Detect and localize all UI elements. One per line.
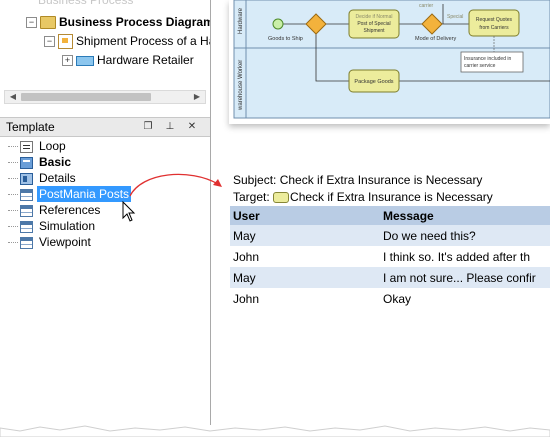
tree-item-business-process-diagram[interactable]: − Business Process Diagram [26, 14, 210, 30]
tree-connector [8, 210, 18, 212]
tree-connector [8, 242, 18, 244]
table-row: John Okay [230, 288, 550, 309]
cell-user: John [233, 291, 260, 306]
model-explorer-tree: Business Process − Business Process Diagr… [0, 0, 210, 108]
tree-item-label: Business Process Diagram [59, 15, 210, 29]
column-header-message: Message [380, 206, 550, 225]
template-item-basic[interactable]: Basic [8, 154, 73, 170]
task-line: from Carriers [479, 25, 509, 31]
post-target: Target: Check if Extra Insurance is Nece… [233, 190, 493, 204]
label-mode-of-delivery: Mode of Delivery [415, 36, 457, 42]
post-subject: Subject: Check if Extra Insurance is Nec… [233, 173, 483, 187]
label-special: Special [447, 14, 463, 20]
cell-user: May [230, 267, 380, 288]
table-icon [20, 220, 33, 233]
collapse-icon[interactable]: − [44, 36, 55, 48]
task-line: Decide if Normal [356, 14, 393, 20]
diagram-folder-icon [40, 16, 56, 30]
template-item-label: Viewpoint [39, 235, 91, 249]
lane-label-hardware: Hardware [238, 7, 244, 34]
table-row: John I think so. It's added after th [230, 246, 550, 267]
callout-arrow [129, 173, 222, 197]
tree-connector [8, 194, 18, 196]
task-line: Shipment [363, 28, 385, 34]
scroll-left-icon[interactable]: ◀ [6, 91, 20, 103]
pool-icon [76, 55, 94, 66]
basic-icon [20, 156, 33, 169]
bpd-diagram-icon [58, 34, 73, 50]
table-header-row: User Message [230, 206, 550, 225]
lane-label-warehouse: warehouse Worker [238, 60, 244, 111]
target-prefix: Target: [233, 190, 274, 204]
note-line: carrier service [464, 63, 496, 69]
template-panel-header: Template ❐ ⊥ ✕ [0, 117, 210, 137]
start-event [272, 18, 284, 30]
cell-message: I think so. It's added after th [383, 249, 531, 264]
template-item-label: Loop [39, 139, 66, 153]
task-line: Post of Special [357, 21, 390, 27]
template-item-references[interactable]: References [8, 202, 102, 218]
template-panel-title: Template [6, 120, 55, 134]
table-row: May Do we need this? [230, 225, 550, 246]
task-icon [273, 191, 290, 203]
template-item-viewpoint[interactable]: Viewpoint [8, 234, 93, 250]
label-goods-to-ship: Goods to Ship [268, 36, 303, 42]
table-row: May I am not sure... Please confir [230, 267, 550, 288]
table-icon [20, 236, 33, 249]
diagram-preview: Hardware warehouse Worker Goods to Ship … [229, 0, 550, 124]
cell-message: Okay [383, 291, 412, 306]
scrollbar-thumb[interactable] [21, 93, 151, 101]
tree-item-shipment-process[interactable]: − Shipment Process of a Hard [44, 33, 210, 50]
details-icon [20, 172, 33, 185]
cell-message: Do we need this? [380, 225, 550, 246]
close-icon[interactable]: ✕ [186, 120, 198, 134]
bpmn-diagram: Hardware warehouse Worker Goods to Ship … [233, 0, 550, 119]
template-item-label: Basic [39, 155, 72, 169]
table-icon [20, 204, 33, 217]
template-item-details[interactable]: Details [8, 170, 78, 186]
horizontal-scrollbar[interactable]: ◀ ▶ [4, 90, 206, 104]
expand-icon[interactable]: + [62, 55, 73, 67]
restore-icon[interactable]: ❐ [142, 120, 154, 134]
cell-user: John [233, 249, 260, 264]
collapse-icon[interactable]: − [26, 17, 37, 29]
task-line: Request Quotes [476, 17, 513, 23]
messages-table: User Message May Do we need this? John I… [230, 206, 550, 309]
tree-connector [8, 226, 18, 228]
scroll-right-icon[interactable]: ▶ [190, 91, 204, 103]
template-item-label: Details [39, 171, 76, 185]
tree-connector [8, 146, 18, 148]
target-text: Check if Extra Insurance is Necessary [290, 190, 493, 204]
tree-item-hardware-retailer[interactable]: + Hardware Retailer [62, 52, 194, 68]
label-carrier: carrier [419, 3, 434, 9]
template-item-loop[interactable]: Loop [8, 138, 68, 154]
tree-item-faded[interactable]: Business Process [38, 0, 133, 8]
task-request-quotes [468, 9, 520, 37]
cell-message: I am not sure... Please confir [380, 267, 550, 288]
left-pane: Business Process − Business Process Diagr… [0, 0, 211, 425]
template-item-simulation[interactable]: Simulation [8, 218, 97, 234]
table-icon [20, 188, 33, 201]
annotation-note [460, 51, 524, 73]
mouse-pointer-icon [122, 201, 136, 222]
torn-edge [0, 425, 550, 437]
template-item-label: References [39, 203, 101, 217]
tree-connector [8, 178, 18, 180]
column-header-user: User [230, 206, 380, 225]
template-item-label: PostMania Posts [37, 186, 132, 202]
tree-item-label: Shipment Process of a Hard [76, 34, 210, 48]
tree-item-label: Hardware Retailer [97, 53, 194, 67]
loop-icon [20, 140, 33, 153]
note-line: Insurance included in [464, 56, 511, 62]
template-item-postmania-posts[interactable]: PostMania Posts [8, 186, 132, 202]
template-item-label: Simulation [39, 219, 96, 233]
task-line: Package Goods [354, 79, 393, 85]
pin-icon[interactable]: ⊥ [164, 120, 176, 134]
tree-connector [8, 162, 18, 164]
cell-user: May [230, 225, 380, 246]
